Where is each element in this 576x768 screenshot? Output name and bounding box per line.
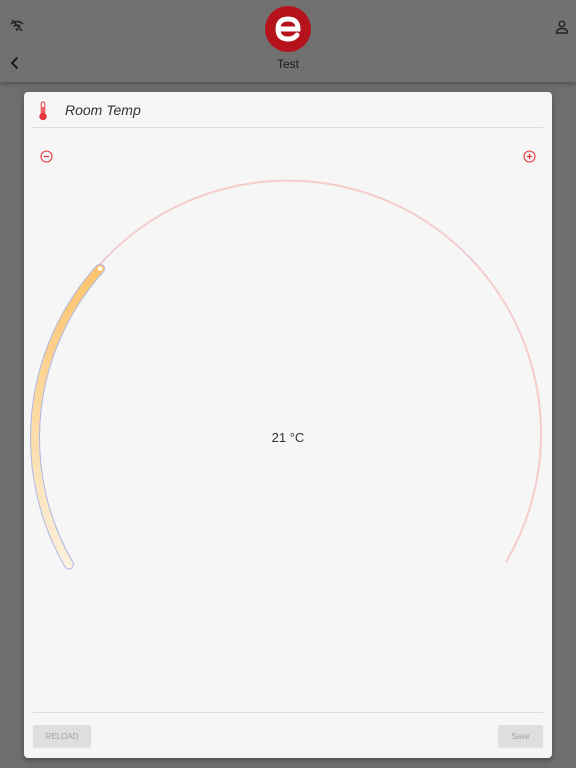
gauge-knob[interactable] [97,266,103,271]
save-button[interactable]: Save [498,725,543,747]
page-title: Test [276,57,299,71]
user-icon[interactable] [554,19,570,35]
reload-button[interactable]: RELOAD [33,725,91,747]
room-temp-card: Room Temp 21 °C RELOAD Save [24,92,552,758]
brand-logo [265,6,311,52]
gauge-track [34,179,542,563]
app-header: Test [0,0,576,82]
temperature-value: 21 °C [271,430,305,445]
temperature-gauge[interactable] [24,92,552,758]
footer-divider [33,712,543,713]
wifi-off-icon[interactable] [9,18,25,34]
gauge-fill [31,264,104,569]
